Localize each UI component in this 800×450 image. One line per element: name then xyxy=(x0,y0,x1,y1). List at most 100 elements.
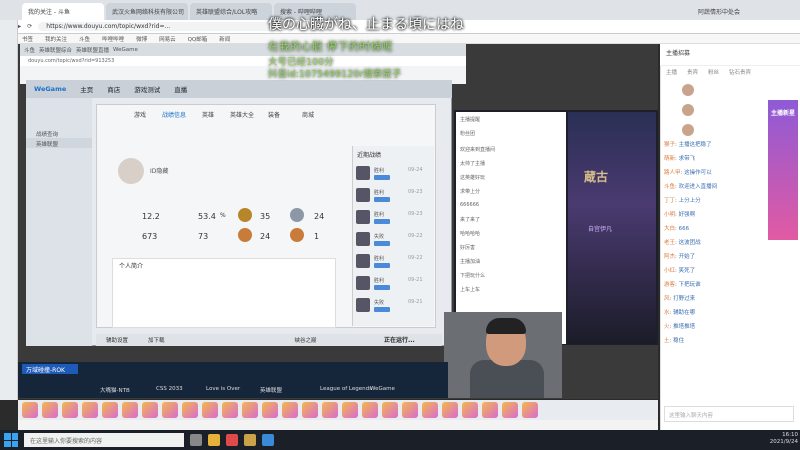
tab-game[interactable]: 游戏 xyxy=(134,110,146,119)
system-clock[interactable]: 16:10 2021/9/24 xyxy=(748,432,798,446)
tray-item-active[interactable]: 万域碰撞-ROK xyxy=(22,364,78,374)
tray-item[interactable]: League of Legends xyxy=(320,386,372,396)
gift-icon[interactable] xyxy=(462,402,478,418)
chat-user[interactable]: 路人甲 xyxy=(664,170,681,176)
running-status[interactable]: 正在运行... xyxy=(384,335,440,345)
chat-user[interactable]: 阿杰 xyxy=(664,254,675,260)
bookmark[interactable]: 新闻 xyxy=(219,35,230,43)
browser-icon[interactable] xyxy=(262,434,274,446)
wegame-nav-live[interactable]: 直播 xyxy=(174,84,187,94)
tray-item[interactable]: 英雄联盟 xyxy=(260,386,282,396)
douyu-icon[interactable] xyxy=(226,434,238,446)
bookmark[interactable]: 网易云 xyxy=(159,35,176,43)
chat-user[interactable]: 土 xyxy=(664,338,670,344)
chat-user[interactable]: 小红 xyxy=(664,268,675,274)
chat-user[interactable]: 风 xyxy=(664,296,670,302)
tab-items[interactable]: 装备 xyxy=(268,110,280,119)
gift-icon[interactable] xyxy=(522,402,538,418)
chat-user[interactable]: 火 xyxy=(664,324,670,330)
task-view-icon[interactable] xyxy=(190,434,202,446)
history-row[interactable]: 胜利 09-21 xyxy=(356,274,428,296)
windows-start-icon[interactable] xyxy=(4,433,18,447)
gift-icon[interactable] xyxy=(362,402,378,418)
chat-input[interactable]: 这里输入聊天内容 xyxy=(664,406,794,422)
lol-icon[interactable] xyxy=(244,434,256,446)
refresh-icon[interactable]: ⟳ xyxy=(27,23,32,30)
tray-item[interactable]: Love is Over xyxy=(206,386,240,396)
tab-anchor[interactable]: 主播 xyxy=(666,68,677,76)
bookmark[interactable]: QQ邮箱 xyxy=(188,35,208,43)
download-button[interactable]: 加下载 xyxy=(148,336,165,344)
history-row[interactable]: 失败 09-22 xyxy=(356,230,428,252)
browser-tab[interactable]: 武汉火鱼网络科技有限公司 xyxy=(106,3,188,20)
gift-icon[interactable] xyxy=(262,402,278,418)
sidebar-item-lol[interactable]: 英雄联盟 xyxy=(26,138,92,148)
gift-icon[interactable] xyxy=(122,402,138,418)
chat-user[interactable]: 小明 xyxy=(664,212,675,218)
promo-banner[interactable] xyxy=(768,100,798,240)
inner-tab[interactable]: WeGame xyxy=(113,47,138,53)
gift-icon[interactable] xyxy=(22,402,38,418)
chat-user[interactable]: 水 xyxy=(664,310,670,316)
wegame-nav-store[interactable]: 商店 xyxy=(107,84,120,94)
chat-user[interactable]: 萌新 xyxy=(664,156,675,162)
gift-icon[interactable] xyxy=(342,402,358,418)
gift-icon[interactable] xyxy=(242,402,258,418)
bookmark[interactable]: 斗鱼 xyxy=(79,35,90,43)
tray-item[interactable]: WeGame xyxy=(370,386,395,396)
gift-icon[interactable] xyxy=(282,402,298,418)
tab-shop[interactable]: 商城 xyxy=(302,110,314,119)
gift-icon[interactable] xyxy=(382,402,398,418)
tab-records[interactable]: 战绩信息 xyxy=(162,110,186,119)
inner-tab[interactable]: 斗鱼 xyxy=(24,46,35,54)
url-input[interactable]: https://www.douyu.com/topic/wxd?rid=... xyxy=(38,22,289,31)
tab-fans[interactable]: 粉丝 xyxy=(708,68,719,76)
history-row[interactable]: 胜利 09-24 xyxy=(356,164,428,186)
assist-settings-button[interactable]: 辅助设置 xyxy=(106,336,128,344)
tray-item[interactable]: 大嘴猫-NTB xyxy=(100,386,130,396)
bookmark[interactable]: 书签 xyxy=(22,35,33,43)
inner-url-bar[interactable]: douyu.com/topic/wxd?rid=913253 xyxy=(20,56,466,66)
gift-icon[interactable] xyxy=(402,402,418,418)
taskbar-search[interactable]: 在这里输入你要搜索的内容 xyxy=(24,433,184,447)
gift-icon[interactable] xyxy=(62,402,78,418)
gift-icon[interactable] xyxy=(182,402,198,418)
history-row[interactable]: 胜利 09-23 xyxy=(356,186,428,208)
chat-user[interactable]: 大白 xyxy=(664,226,675,232)
gift-icon[interactable] xyxy=(482,402,498,418)
tab-vip[interactable]: 贵宾 xyxy=(687,68,698,76)
gift-icon[interactable] xyxy=(302,402,318,418)
chat-user[interactable]: 猴子 xyxy=(664,142,675,148)
file-explorer-icon[interactable] xyxy=(208,434,220,446)
gift-icon[interactable] xyxy=(142,402,158,418)
bookmark[interactable]: 微博 xyxy=(136,35,147,43)
browser-tab[interactable]: 我的关注 - 斗鱼 xyxy=(22,3,104,20)
bookmark[interactable]: 哔哩哔哩 xyxy=(102,35,124,43)
gift-icon[interactable] xyxy=(422,402,438,418)
history-row[interactable]: 胜利 09-22 xyxy=(356,252,428,274)
chat-user[interactable]: 游客 xyxy=(664,282,675,288)
gift-icon[interactable] xyxy=(322,402,338,418)
gift-icon[interactable] xyxy=(202,402,218,418)
tray-item[interactable]: CSS 2033 xyxy=(156,386,183,396)
tab-hero[interactable]: 英雄 xyxy=(202,110,214,119)
history-row[interactable]: 胜利 09-23 xyxy=(356,208,428,230)
gift-icon[interactable] xyxy=(82,402,98,418)
history-row[interactable]: 失败 09-21 xyxy=(356,296,428,318)
gift-icon[interactable] xyxy=(102,402,118,418)
wegame-nav-test[interactable]: 游戏测试 xyxy=(134,84,160,94)
gift-icon[interactable] xyxy=(162,402,178,418)
browser-user[interactable]: 阿蔬情形中处会 xyxy=(698,7,740,20)
bookmark[interactable]: 我的关注 xyxy=(45,35,67,43)
gift-icon[interactable] xyxy=(442,402,458,418)
gift-icon[interactable] xyxy=(222,402,238,418)
inner-tab[interactable]: 英雄联盟综合 xyxy=(39,46,72,54)
gift-icon[interactable] xyxy=(42,402,58,418)
chat-user[interactable]: 丁丁 xyxy=(664,198,675,204)
sidebar-item-records[interactable]: 战绩查询 xyxy=(26,128,92,138)
chat-user[interactable]: 老王 xyxy=(664,240,675,246)
browser-tab[interactable]: 英雄联盟综合/LOL攻略 xyxy=(190,3,272,20)
wegame-nav-home[interactable]: 主页 xyxy=(80,84,93,94)
tab-diamond[interactable]: 钻石贵宾 xyxy=(729,68,751,76)
tab-hero-list[interactable]: 英雄大全 xyxy=(230,110,254,119)
